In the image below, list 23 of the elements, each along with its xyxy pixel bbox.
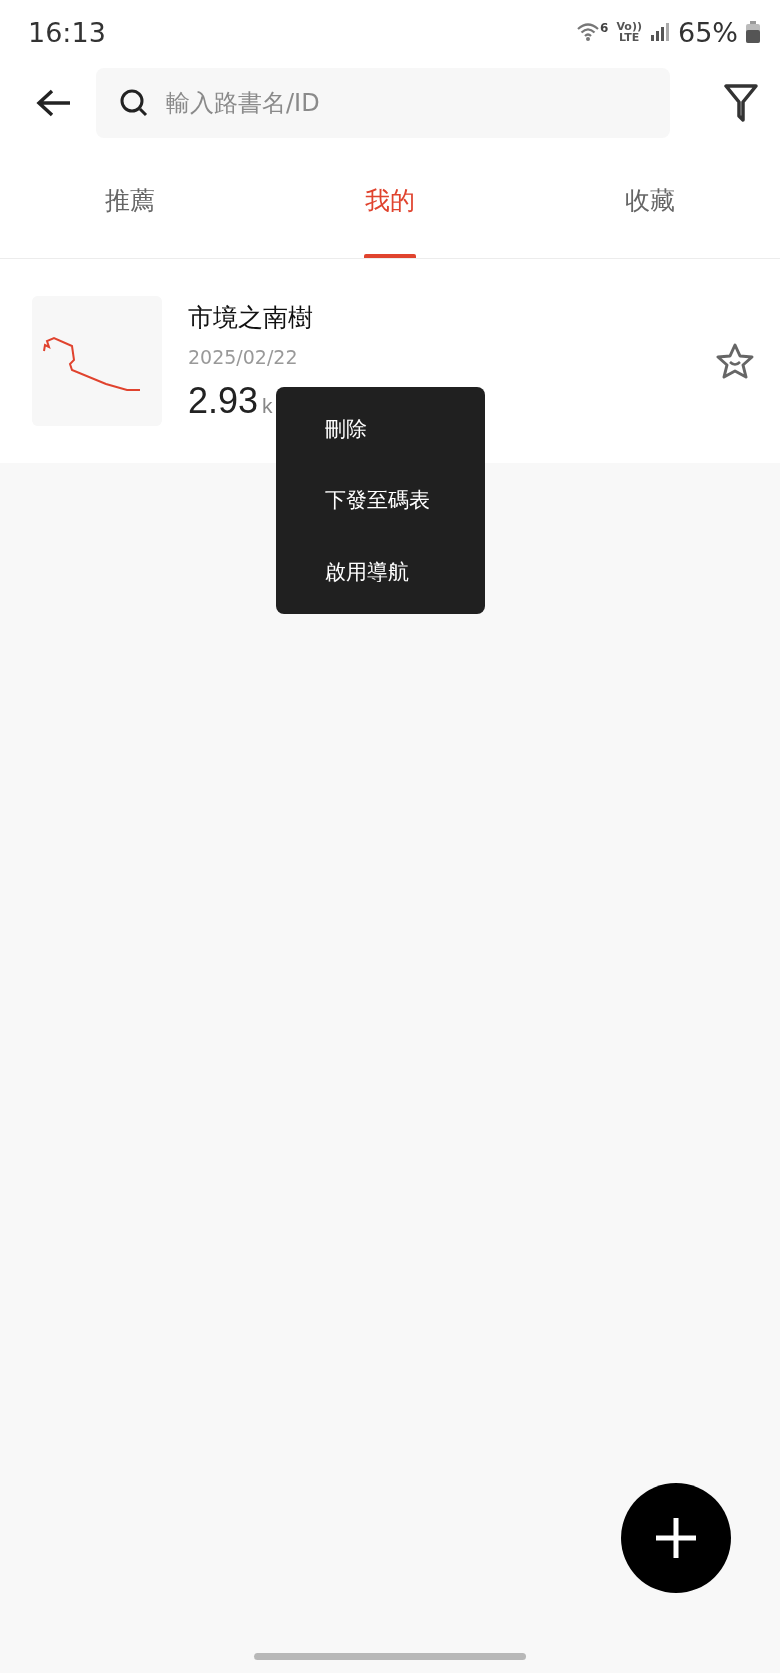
route-name: 市境之南樹 <box>188 301 314 334</box>
tab[interactable]: 收藏 <box>520 142 780 258</box>
wifi-icon <box>576 21 601 43</box>
status-time: 16:13 <box>28 16 106 48</box>
plus-icon <box>654 1516 698 1560</box>
battery-icon <box>746 21 760 43</box>
wifi-label: 6 <box>600 21 609 35</box>
signal-icon <box>650 22 670 42</box>
back-icon[interactable] <box>36 88 72 118</box>
search-field[interactable]: 輸入路書名/ID <box>96 68 670 138</box>
battery-percent: 65% <box>678 16 738 48</box>
search-icon <box>120 89 148 117</box>
menu-item[interactable]: 下發至碼表 <box>276 476 485 525</box>
route-date: 2025/02/22 <box>188 345 299 368</box>
route-distance: 2.93 <box>188 379 259 422</box>
menu-item[interactable]: 啟用導航 <box>276 548 485 597</box>
tab[interactable]: 推薦 <box>0 142 260 258</box>
filter-icon[interactable] <box>724 84 758 122</box>
network-label: Vo)) LTE <box>616 21 642 43</box>
star-icon[interactable] <box>716 343 754 379</box>
menu-item[interactable]: 刪除 <box>276 404 485 453</box>
tab[interactable]: 我的 <box>260 142 520 258</box>
distance-unit: k <box>262 393 273 418</box>
